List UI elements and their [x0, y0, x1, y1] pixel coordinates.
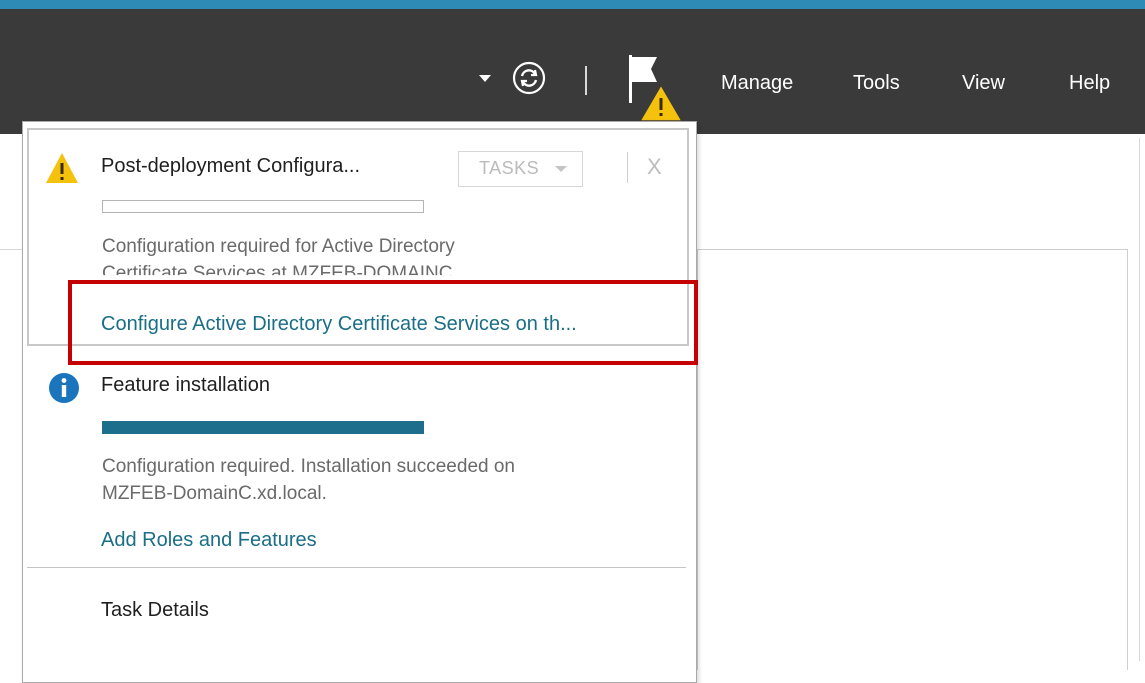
configure-adcs-link[interactable]: Configure Active Directory Certificate S…: [101, 313, 577, 336]
warning-icon: [46, 153, 78, 183]
menu-tools[interactable]: Tools: [853, 72, 900, 95]
info-icon: [49, 373, 79, 403]
notification-description: Configuration required. Installation suc…: [102, 453, 515, 507]
progress-bar-empty: [102, 200, 424, 213]
tasks-dropdown-button[interactable]: TASKS: [458, 151, 583, 187]
notification-description: Configuration required for Active Direct…: [102, 233, 455, 287]
divider: [27, 567, 686, 568]
task-details-link[interactable]: Task Details: [101, 599, 209, 622]
notification-flag-icon[interactable]: [627, 55, 689, 127]
background-panel: [697, 249, 1128, 670]
menu-view[interactable]: View: [962, 72, 1005, 95]
tasks-label: TASKS: [479, 158, 540, 178]
progress-bar-full: [102, 421, 424, 434]
notification-title: Feature installation: [101, 374, 270, 396]
window-accent-strip: [0, 0, 1145, 9]
toolbar-separator: [585, 66, 587, 95]
server-manager-header: Manage Tools View Help: [0, 9, 1145, 134]
description-line-1: Configuration required. Installation suc…: [102, 456, 515, 477]
description-line-2: Certificate Services at MZFEB-DOMAINC: [102, 263, 453, 284]
menu-help[interactable]: Help: [1069, 72, 1110, 95]
description-line-2: MZFEB-DomainC.xd.local.: [102, 483, 327, 504]
warning-badge-icon: [638, 83, 684, 122]
chevron-down-icon: [555, 166, 567, 172]
description-line-1: Configuration required for Active Direct…: [102, 236, 455, 257]
refresh-icon[interactable]: [512, 61, 546, 95]
notification-title: Post-deployment Configura...: [101, 155, 361, 177]
add-roles-features-link[interactable]: Add Roles and Features: [101, 529, 317, 552]
close-notification-button[interactable]: X: [647, 154, 662, 180]
content-edge: [1139, 138, 1140, 661]
separator: [627, 152, 628, 183]
menu-manage[interactable]: Manage: [721, 72, 793, 95]
chevron-down-icon[interactable]: [479, 75, 491, 82]
